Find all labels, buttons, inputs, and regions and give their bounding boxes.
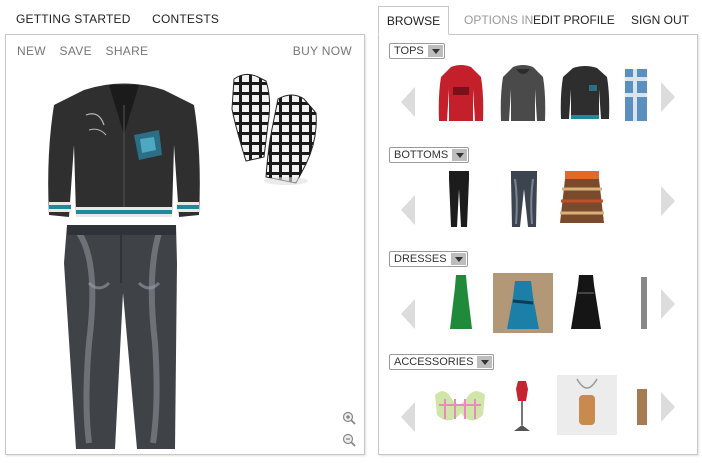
chevron-down-icon[interactable] (450, 253, 466, 265)
chevron-down-icon[interactable] (452, 149, 468, 161)
tab-options[interactable]: OPTIONS IN (464, 13, 533, 27)
thumbnail-plaid-bra[interactable] (431, 375, 489, 435)
top-nav: GETTING STARTED CONTESTS (16, 12, 237, 26)
share-button[interactable]: SHARE (106, 44, 149, 58)
arrow-left-icon[interactable] (401, 402, 415, 432)
arrow-right-icon[interactable] (661, 392, 675, 422)
browse-panel: TOPS BOTTOMS DRESSES ACCESSORIES (378, 34, 698, 455)
outfit-canvas[interactable]: NEW SAVE SHARE BUY NOW (5, 34, 365, 455)
zoom-out-icon[interactable] (342, 433, 356, 447)
chevron-down-icon[interactable] (477, 356, 493, 368)
tab-browse[interactable]: BROWSE (378, 6, 449, 35)
zoom-in-icon[interactable] (342, 411, 356, 425)
arrow-left-icon[interactable] (401, 299, 415, 329)
category-label: DRESSES (394, 253, 447, 265)
thumbnail-plaid-shirt[interactable] (625, 67, 647, 123)
thumbnail-jeans[interactable] (509, 169, 539, 229)
new-button[interactable]: NEW (17, 44, 46, 58)
outfit-item-jacket[interactable] (44, 75, 204, 225)
sign-out-link[interactable]: SIGN OUT (631, 13, 689, 27)
thumbnail-blue-dress[interactable] (493, 273, 553, 333)
arrow-right-icon[interactable] (661, 289, 675, 319)
outfit-toolbar: NEW SAVE SHARE (17, 44, 158, 58)
thumbnail-bag-partial[interactable] (637, 385, 647, 429)
tab-edit-profile[interactable]: EDIT PROFILE (533, 13, 615, 27)
thumbnail-gray-hoodie[interactable] (499, 65, 547, 123)
getting-started-link[interactable]: GETTING STARTED (16, 12, 131, 26)
contests-link[interactable]: CONTESTS (152, 12, 219, 26)
outfit-item-gloves[interactable] (226, 69, 321, 189)
buy-now-button[interactable]: BUY NOW (293, 44, 352, 58)
arrow-left-icon[interactable] (401, 195, 415, 225)
thumbnail-dress-partial[interactable] (641, 273, 647, 331)
arrow-right-icon[interactable] (661, 186, 675, 216)
thumbnail-patterned-skirt[interactable] (559, 169, 605, 225)
thumbnail-black-pants[interactable] (447, 169, 471, 229)
thumbnail-tag-necklace[interactable] (557, 375, 617, 435)
category-label: TOPS (394, 45, 424, 57)
outfit-item-jeans[interactable] (59, 223, 184, 451)
category-select-bottoms[interactable]: BOTTOMS (389, 147, 470, 163)
category-label: BOTTOMS (394, 149, 449, 161)
thumbnail-red-mannequin[interactable] (510, 375, 534, 435)
category-select-dresses[interactable]: DRESSES (389, 251, 468, 267)
arrow-left-icon[interactable] (401, 87, 415, 117)
save-button[interactable]: SAVE (60, 44, 92, 58)
thumbnail-black-jacket[interactable] (559, 65, 611, 123)
thumbnail-red-hoodie[interactable] (437, 65, 485, 123)
category-select-accessories[interactable]: ACCESSORIES (389, 354, 495, 370)
thumbnail-black-dress[interactable] (569, 273, 603, 331)
category-label: ACCESSORIES (394, 356, 474, 368)
thumbnail-green-dress[interactable] (449, 273, 473, 331)
chevron-down-icon[interactable] (427, 45, 443, 57)
arrow-right-icon[interactable] (661, 82, 675, 112)
category-select-tops[interactable]: TOPS (389, 43, 445, 59)
